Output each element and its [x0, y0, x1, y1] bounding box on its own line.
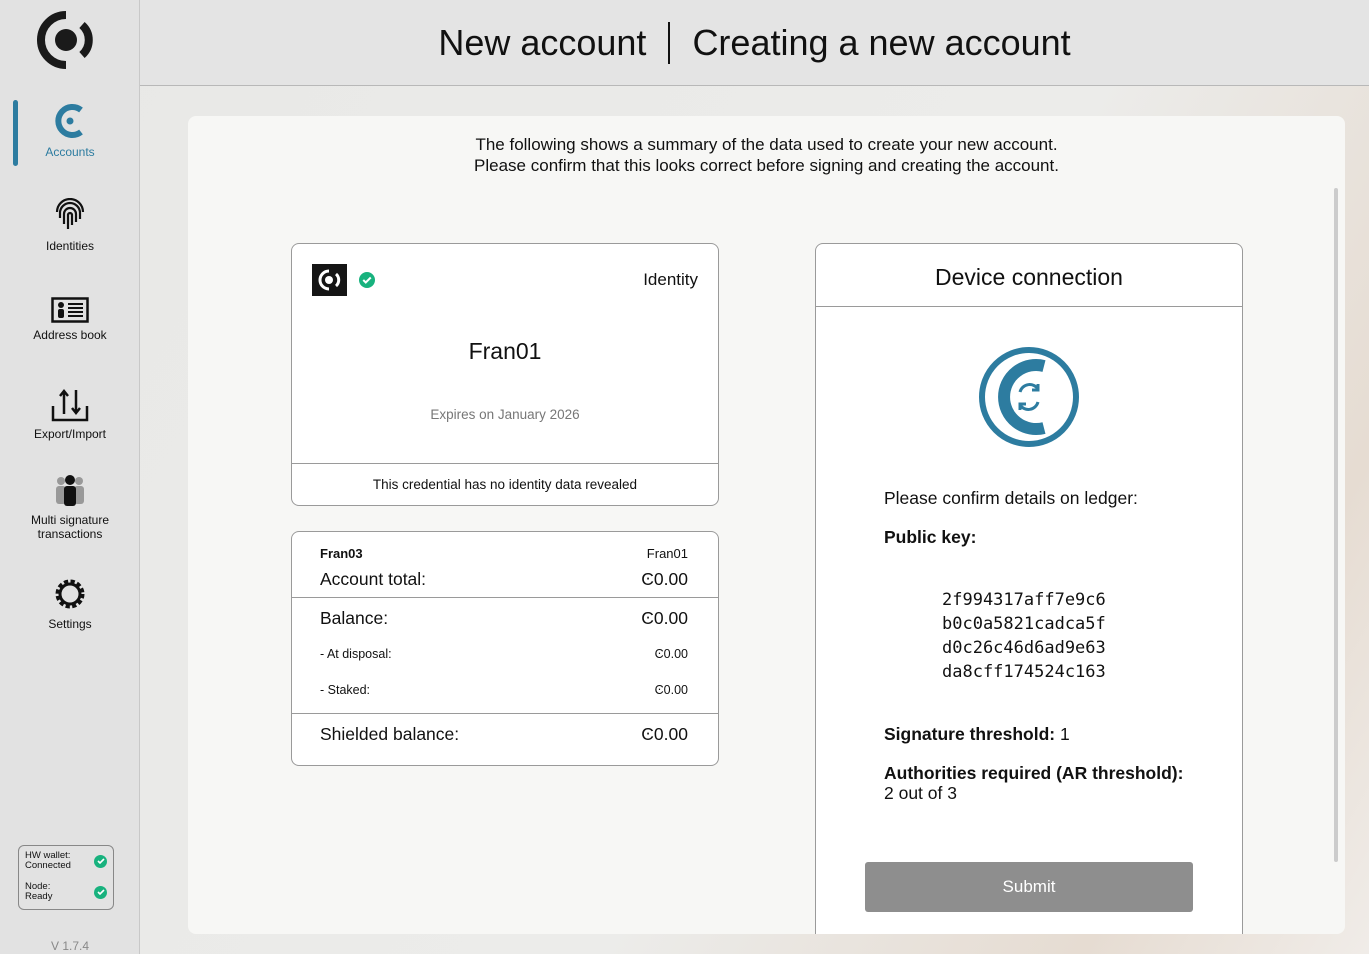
scrollbar[interactable] [1334, 188, 1338, 862]
check-icon [94, 885, 107, 899]
intro-text: The following shows a summary of the dat… [188, 134, 1345, 176]
ar-threshold-value: 2 out of 3 [884, 783, 957, 803]
ar-threshold-label: Authorities required (AR threshold): [884, 763, 1184, 783]
sidebar-item-identities[interactable]: Identities [0, 197, 140, 253]
balance-label: Balance: [320, 608, 389, 628]
signature-threshold-value: 1 [1060, 724, 1070, 744]
identity-card: Identity Fran01 Expires on January 2026 … [291, 243, 719, 506]
device-connection-card: Device connection Please confirm details… [815, 243, 1243, 934]
export-import-icon [51, 388, 89, 422]
intro-line: The following shows a summary of the dat… [475, 135, 1058, 154]
public-key-line: b0c0a5821cadca5f [942, 614, 1106, 634]
identity-note: This credential has no identity data rev… [292, 463, 718, 506]
public-key-line: da8cff174524c163 [942, 662, 1106, 682]
identity-type: Identity [643, 270, 698, 289]
multisig-icon [56, 475, 84, 506]
account-total-label: Account total: [320, 569, 427, 589]
submit-button[interactable]: Submit [865, 862, 1193, 912]
page-title: New account [438, 21, 647, 63]
identity-provider-logo [312, 264, 347, 296]
header: New account Creating a new account [140, 0, 1369, 86]
fingerprint-icon [55, 197, 85, 229]
hw-wallet-value: Connected [25, 860, 71, 871]
main-card: The following shows a summary of the dat… [188, 116, 1345, 934]
intro-line: Please confirm that this looks correct b… [474, 156, 1059, 175]
verified-check-icon [359, 272, 375, 288]
sidebar-item-export-import[interactable]: Export/Import [0, 388, 140, 441]
ledger-sync-icon [979, 347, 1079, 447]
connection-status: HW wallet: Connected Node: Ready [18, 845, 114, 910]
staked-label: - Staked: [320, 683, 371, 697]
at-disposal-value: Ͼ0.00 [654, 647, 688, 661]
sidebar: Accounts Identities Address book Export/… [0, 0, 140, 954]
account-total-value: Ͼ0.00 [641, 569, 688, 589]
identity-expiry: Expires on January 2026 [430, 407, 580, 422]
at-disposal-label: - At disposal: [320, 647, 392, 661]
public-key-line: d0c26c46d6ad9e63 [942, 638, 1106, 658]
sidebar-item-accounts[interactable]: Accounts [0, 102, 140, 159]
public-key-label: Public key: [884, 527, 977, 547]
signature-threshold-label: Signature threshold: [884, 724, 1056, 744]
staked-value: Ͼ0.00 [654, 683, 688, 697]
public-key-line: 2f994317aff7e9c6 [942, 590, 1106, 610]
account-card: Fran03 Fran01 Account total: Ͼ0.00 Balance… [291, 531, 719, 766]
node-value: Ready [25, 891, 53, 902]
address-book-icon [51, 297, 89, 323]
sidebar-item-address-book[interactable]: Address book [0, 297, 140, 342]
confirm-text: Please confirm details on ledger: [884, 488, 1138, 508]
account-identity: Fran01 [646, 546, 688, 561]
page-subtitle: Creating a new account [692, 21, 1071, 63]
sidebar-item-settings[interactable]: Settings [0, 576, 140, 631]
check-icon [94, 854, 107, 868]
device-title: Device connection [816, 244, 1242, 307]
divider [668, 21, 671, 64]
public-key-value: 2f994317aff7e9c6 b0c0a5821cadca5f d0c26c46… [942, 588, 1106, 684]
gear-icon [55, 579, 85, 609]
account-name: Fran03 [320, 546, 363, 561]
balance-value: Ͼ0.00 [641, 608, 688, 628]
accounts-icon [55, 104, 83, 138]
shielded-value: Ͼ0.00 [641, 724, 688, 744]
concordium-logo [37, 11, 93, 69]
sidebar-item-multisig[interactable]: Multi signature transactions [0, 474, 140, 541]
version: V 1.7.4 [50, 939, 90, 953]
identity-name: Fran01 [468, 338, 542, 364]
shielded-label: Shielded balance: [320, 724, 460, 744]
